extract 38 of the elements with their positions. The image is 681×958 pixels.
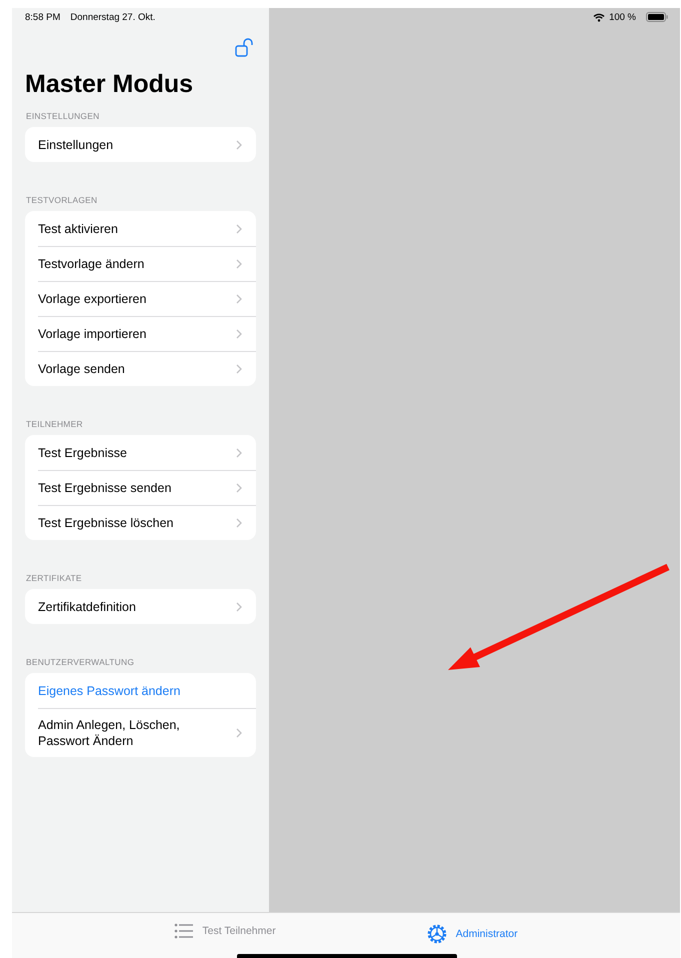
status-date: Donnerstag 27. Okt. (70, 12, 156, 22)
list-item[interactable]: Testvorlage ändern (38, 248, 236, 280)
chevron-icon (236, 518, 242, 528)
list-icon (174, 923, 194, 939)
list-item[interactable]: Zertifikatdefinition (38, 590, 236, 622)
section-header: ZERTIFIKATE (25, 573, 83, 585)
unlocked-padlock-icon[interactable] (235, 38, 254, 57)
gear-icon (426, 923, 448, 945)
chevron-icon (236, 294, 242, 304)
battery-percentage: 100 % (609, 12, 636, 22)
chevron-icon (236, 364, 242, 374)
chevron-icon (236, 448, 242, 458)
chevron-icon (236, 602, 242, 612)
section-header: TESTVORLAGEN (25, 195, 98, 207)
battery-icon (646, 12, 668, 22)
chevron-icon (236, 259, 242, 269)
list-item[interactable]: Vorlage senden (38, 353, 236, 385)
tab[interactable]: Administrator (426, 923, 518, 945)
section-header: TEILNEHMER (25, 419, 84, 431)
list-item[interactable]: Test aktivieren (38, 212, 236, 244)
chevron-icon (236, 140, 242, 150)
status-time: 8:58 PM (25, 12, 60, 22)
list-item[interactable]: Test Ergebnisse (38, 436, 236, 468)
list-item[interactable]: Vorlage importieren (38, 318, 236, 350)
chevron-icon (236, 483, 242, 493)
list-item[interactable]: Test Ergebnisse senden (38, 472, 236, 504)
wifi-icon (593, 12, 606, 22)
page-title: Master Modus (25, 70, 194, 99)
section-header: BENUTZERVERWALTUNG (25, 657, 136, 669)
list-item[interactable]: Vorlage exportieren (38, 283, 236, 315)
list-item[interactable]: Einstellungen (38, 128, 236, 160)
list-item[interactable]: Admin Anlegen, Löschen, Passwort Ändern (38, 709, 236, 757)
chevron-icon (236, 224, 242, 234)
list-item[interactable]: Test Ergebnisse löschen (38, 507, 236, 539)
chevron-icon (236, 728, 242, 738)
section-header: EINSTELLUNGEN (25, 111, 100, 123)
list-link[interactable]: Eigenes Passwort ändern (38, 674, 242, 706)
chevron-icon (236, 329, 242, 339)
